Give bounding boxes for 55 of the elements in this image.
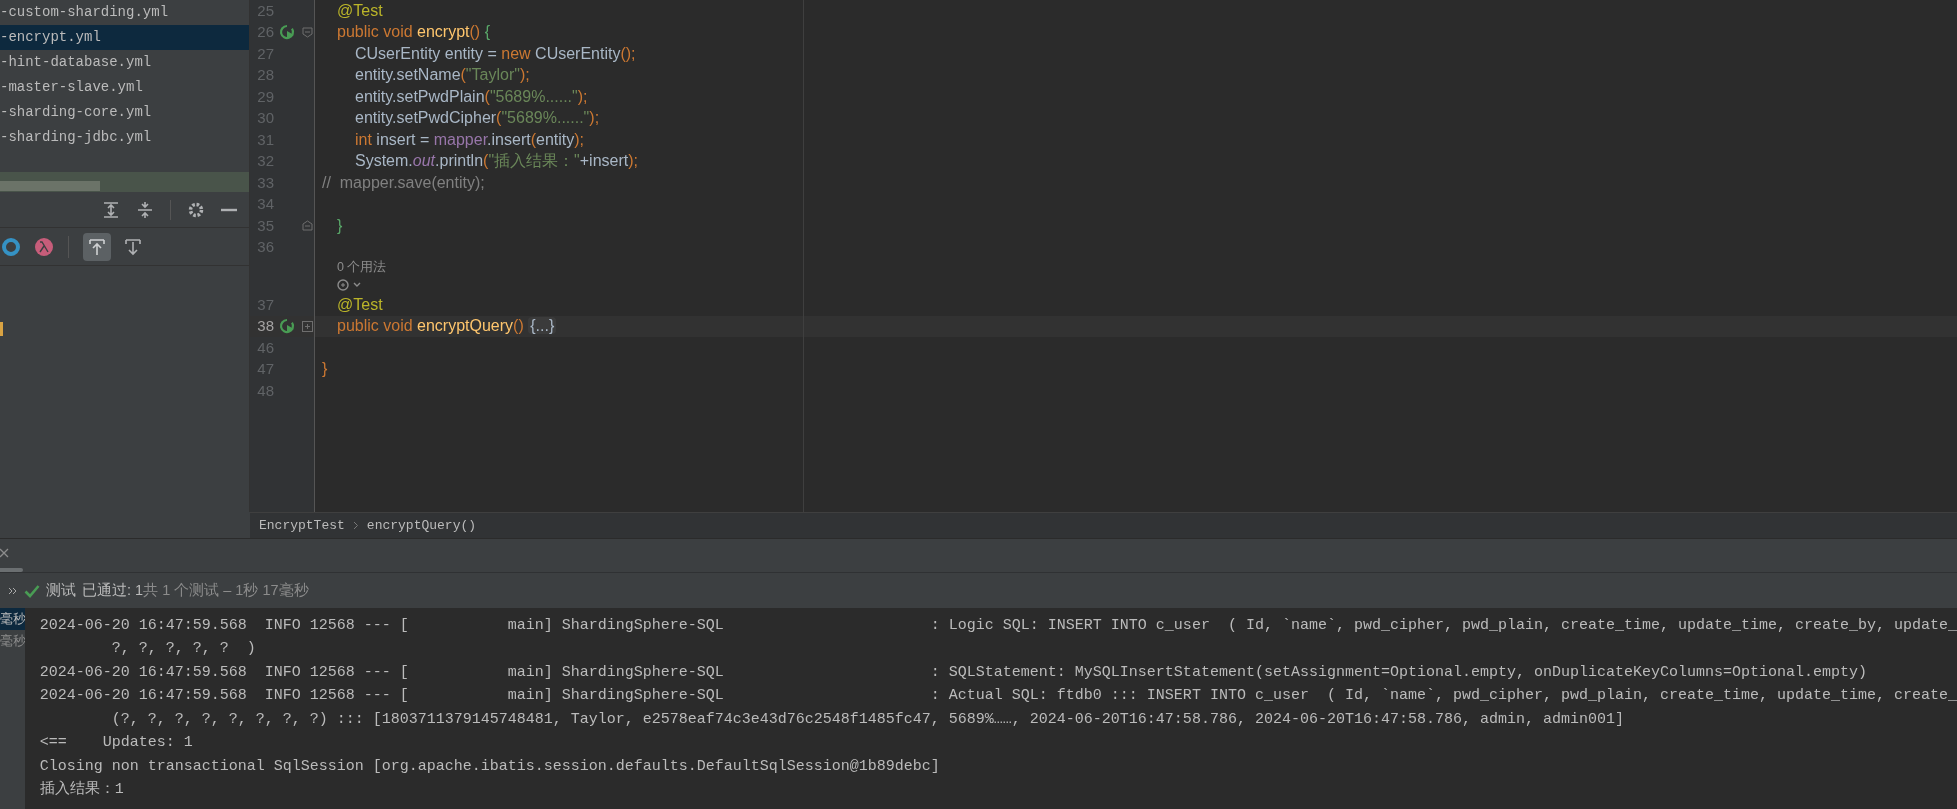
code-line: System.out.println("插入结果："+insert); [355,151,638,172]
unfold-icon[interactable] [301,320,313,332]
circle-icon[interactable] [2,237,20,256]
code-line: entity.setName("Taylor"); [355,65,530,86]
console-line: <== Updates: 1 [39,733,194,753]
code-line: CUserEntity entity = new CUserEntity(); [355,43,636,64]
settings-icon[interactable] [187,200,205,219]
console-line: 2024-06-20 16:47:59.568 INFO 12568 --- [ main] ShardingSphere-SQL : Logic SQL: INSERT INTO c_user ( Id, `name`, pwd_cipher, pwd_plain, create_time, update_time, create_by, update_ [39,615,1957,636]
console-line: ?, ?, ?, ?, ? ) [110,639,257,659]
console-line: (?, ?, ?, ?, ?, ?, ?, ?) ::: [1803711379145748481, Taylor, e2578eaf74c3e43d76c2548f1485fc47, 5689%……, 2024-06-20T16:47:58.786, 2024-06-20T16:47:58.786, admin, admin001] [110,709,1625,730]
fold-icon[interactable] [301,26,313,38]
scroll-to-top-button[interactable] [83,232,111,261]
usages-hint[interactable]: 0 个用法 [337,257,387,277]
breadcrumb-item[interactable]: EncryptTest [259,515,345,536]
collapse-all-icon[interactable] [136,200,154,219]
test-label: 测试 [46,580,76,600]
author-icon[interactable] [337,278,361,292]
file-item[interactable]: -sharding-jdbc.yml [0,125,249,150]
code-line: // mapper.save(entity); [322,172,485,193]
file-item[interactable]: -encrypt.yml [0,25,249,50]
passed-count: 已通过: 1 [82,580,144,600]
code-line: entity.setPwdPlain("5689%......"); [355,86,588,107]
close-icon[interactable] [0,548,10,558]
console-line: 插入结果：1 [39,779,125,800]
minimize-icon[interactable] [221,207,237,212]
lambda-icon[interactable] [34,236,54,257]
file-item[interactable]: -custom-sharding.yml [0,0,249,25]
code-line: entity.setPwdCipher("5689%......"); [355,108,600,129]
fold-icon[interactable] [301,220,313,232]
code-line: @Test [337,0,383,21]
arrow-up-icon [89,237,105,256]
file-item[interactable]: -sharding-core.yml [0,100,249,125]
expand-all-icon[interactable] [102,200,120,219]
scrollbar-thumb[interactable] [0,181,100,191]
console-line: Closing non transactional SqlSession [org.apache.ibatis.session.defaults.DefaultSqlSession@1b89debc] [39,756,941,777]
code-line: } [337,215,343,236]
code-line: @Test [337,294,383,315]
check-icon [24,583,40,598]
code-line: } [322,359,328,380]
code-line: public void encryptQuery() {...} [337,316,557,337]
line-number: 38 [256,316,274,336]
file-item[interactable]: -master-slave.yml [0,75,249,100]
breadcrumb-item[interactable]: encryptQuery() [366,515,477,536]
code-line: int insert = mapper.insert(entity); [355,129,584,150]
more-icon[interactable] [8,586,18,595]
code-line: public void encrypt() { [337,22,490,43]
console-line: 2024-06-20 16:47:59.568 INFO 12568 --- [ main] ShardingSphere-SQL : SQLStatement: MySQLInsertStatement(setAssignment=Optional.empty, onDuplicateKeyColumns=Optional.empty) [39,662,1868,683]
chevron-icon [352,521,359,530]
run-icon[interactable] [279,24,295,41]
scroll-to-end-icon[interactable] [125,237,141,256]
test-summary: 共 1 个测试 – 1秒 17毫秒 [143,580,309,600]
file-item[interactable]: -hint-database.yml [0,50,249,75]
run-icon[interactable] [279,318,295,335]
marker [0,322,3,336]
console-line: 2024-06-20 16:47:59.568 INFO 12568 --- [ main] ShardingSphere-SQL : Actual SQL: ftdb0 ::: INSERT INTO c_user ( Id, `name`, pwd_cipher, pwd_plain, create_time, update_time, create_ [39,686,1957,706]
